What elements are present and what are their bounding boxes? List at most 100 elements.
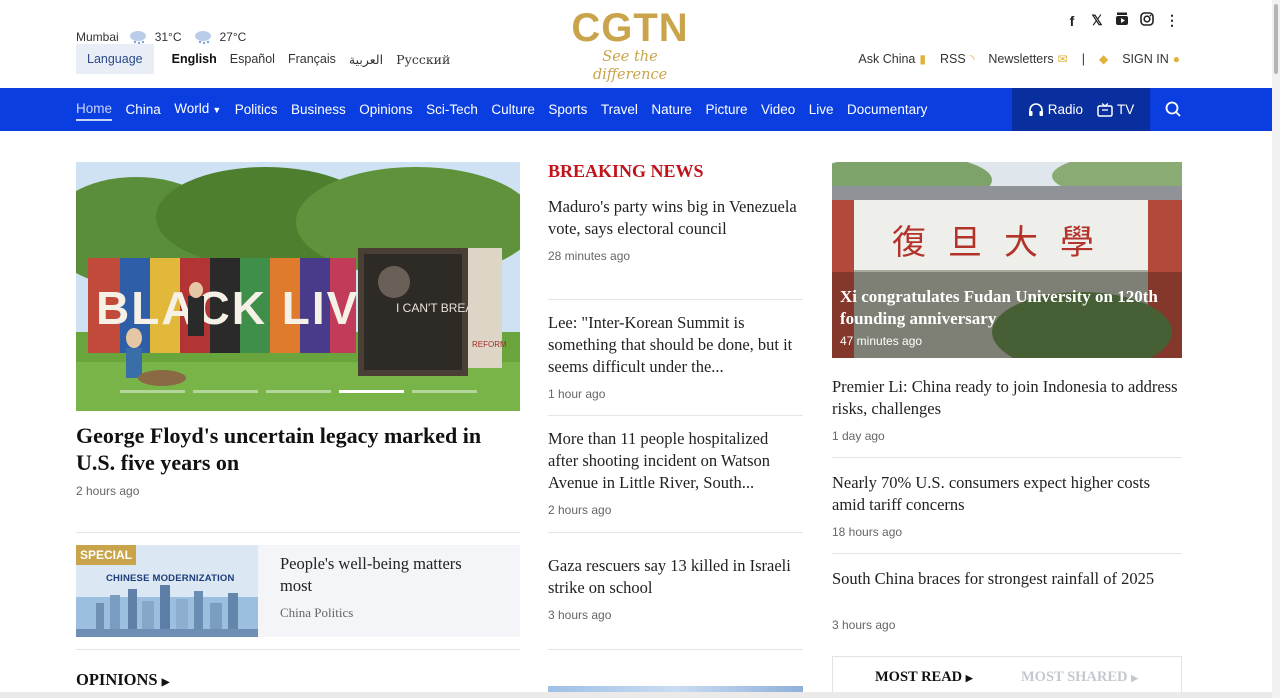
hero-timestamp: 2 hours ago xyxy=(76,484,140,498)
story-timestamp: 28 minutes ago xyxy=(548,249,631,263)
rss-link[interactable]: RSS ◝ xyxy=(940,52,974,66)
story-title[interactable]: Nearly 70% U.S. consumers expect higher … xyxy=(832,472,1182,516)
story-timestamp: 3 hours ago xyxy=(832,618,896,632)
language-french[interactable]: Français xyxy=(288,52,336,66)
language-russian[interactable]: Русский xyxy=(396,52,450,67)
carousel-dot-active[interactable] xyxy=(339,390,404,393)
special-card[interactable]: SPECIAL CHINESE MODERNIZATION People's w… xyxy=(76,545,520,637)
language-arabic[interactable]: العربية xyxy=(349,52,383,67)
feature-story[interactable]: 復旦大學 Xi congratulates Fudan University o… xyxy=(832,162,1182,358)
special-banner-text: CHINESE MODERNIZATION xyxy=(106,573,235,584)
language-switcher: Language English Español Français العربي… xyxy=(76,44,450,74)
more-icon[interactable]: ⋮ xyxy=(1164,12,1180,29)
carousel-dot[interactable] xyxy=(412,390,477,393)
media-links: Radio TV xyxy=(1012,88,1150,131)
envelope-icon: ✉ xyxy=(1057,52,1068,66)
hero-headline[interactable]: George Floyd's uncertain legacy marked i… xyxy=(76,422,520,476)
nav-live[interactable]: Live xyxy=(809,88,834,131)
book-icon: ▮ xyxy=(919,52,926,66)
site-logo[interactable]: CGTN See the difference xyxy=(565,8,695,84)
story-timestamp: 2 hours ago xyxy=(548,503,612,517)
tv-icon xyxy=(1097,102,1113,117)
divider xyxy=(832,553,1182,554)
weather-temp-high: 31°C xyxy=(154,30,182,44)
nav-opinions[interactable]: Opinions xyxy=(359,88,412,131)
special-category[interactable]: China Politics xyxy=(280,605,353,621)
radio-link[interactable]: Radio xyxy=(1028,102,1083,117)
hero-image[interactable]: BLACK LIVES I CAN'T BREATHE REFORM xyxy=(76,162,520,411)
story-timestamp: 18 hours ago xyxy=(832,525,903,539)
carousel-dot[interactable] xyxy=(193,390,258,393)
ask-china-link[interactable]: Ask China ▮ xyxy=(858,52,926,66)
nav-china[interactable]: China xyxy=(126,88,161,131)
header-links: Ask China ▮ RSS ◝ Newsletters ✉ | ◆ SIGN… xyxy=(844,52,1180,66)
divider: | xyxy=(1081,52,1085,66)
divider xyxy=(76,649,520,650)
newsletters-link[interactable]: Newsletters ✉ xyxy=(988,52,1067,66)
story-title[interactable]: Gaza rescuers say 13 killed in Israeli s… xyxy=(548,555,798,599)
story-title[interactable]: Premier Li: China ready to join Indonesi… xyxy=(832,376,1182,420)
side-story[interactable]: Premier Li: China ready to join Indonesi… xyxy=(832,376,1182,443)
scrollbar[interactable] xyxy=(1272,0,1280,698)
divider xyxy=(548,532,803,533)
tv-link[interactable]: TV xyxy=(1097,102,1134,117)
nav-sports[interactable]: Sports xyxy=(548,88,587,131)
rain-cloud-icon xyxy=(127,29,149,45)
tab-most-shared-label: MOST SHARED xyxy=(1021,669,1128,685)
divider xyxy=(76,532,520,533)
logo-text: CGTN xyxy=(571,6,689,50)
youtube-icon[interactable] xyxy=(1114,12,1130,29)
nav-picture[interactable]: Picture xyxy=(705,88,747,131)
nav-world[interactable]: World ▼ xyxy=(174,87,221,132)
x-icon[interactable]: 𝕏 xyxy=(1089,12,1105,29)
special-title[interactable]: People's well-being matters most xyxy=(280,553,480,597)
facebook-icon[interactable]: f xyxy=(1064,13,1080,29)
opinions-label: OPINIONS xyxy=(76,670,158,689)
nav-documentary[interactable]: Documentary xyxy=(847,88,927,131)
nav-culture[interactable]: Culture xyxy=(491,88,535,131)
site-header: Mumbai 31°C 27°C Language English Españo… xyxy=(0,0,1272,88)
search-icon[interactable] xyxy=(1163,99,1183,119)
side-story[interactable]: South China braces for strongest rainfal… xyxy=(832,568,1182,632)
weather-city: Mumbai xyxy=(76,30,119,44)
breaking-story[interactable]: More than 11 people hospitalized after s… xyxy=(548,428,798,517)
instagram-icon[interactable] xyxy=(1139,12,1155,29)
opinions-heading[interactable]: OPINIONS ▶ xyxy=(76,670,169,690)
story-title[interactable]: Maduro's party wins big in Venezuela vot… xyxy=(548,196,798,240)
breaking-story[interactable]: Lee: "Inter-Korean Summit is something t… xyxy=(548,312,798,401)
sign-in-link[interactable]: SIGN IN ● xyxy=(1122,52,1180,66)
language-button[interactable]: Language xyxy=(76,44,154,74)
language-english[interactable]: English xyxy=(172,52,217,66)
carousel-dot[interactable] xyxy=(120,390,185,393)
feature-title[interactable]: Xi congratulates Fudan University on 120… xyxy=(840,286,1170,330)
nav-items: Home China World ▼ Politics Business Opin… xyxy=(76,88,941,131)
story-title[interactable]: South China braces for strongest rainfal… xyxy=(832,568,1182,590)
tab-most-read[interactable]: MOST READ ▶ xyxy=(875,669,973,686)
sign-in-label: SIGN IN xyxy=(1122,52,1169,66)
carousel-indicators xyxy=(120,390,477,393)
nav-video[interactable]: Video xyxy=(761,88,795,131)
breaking-story[interactable]: Maduro's party wins big in Venezuela vot… xyxy=(548,196,798,263)
nav-business[interactable]: Business xyxy=(291,88,346,131)
nav-sci-tech[interactable]: Sci-Tech xyxy=(426,88,478,131)
side-story[interactable]: Nearly 70% U.S. consumers expect higher … xyxy=(832,472,1182,539)
story-title[interactable]: Lee: "Inter-Korean Summit is something t… xyxy=(548,312,798,378)
nav-home[interactable]: Home xyxy=(76,99,113,121)
nav-politics[interactable]: Politics xyxy=(235,88,278,131)
breaking-story[interactable]: Gaza rescuers say 13 killed in Israeli s… xyxy=(548,555,798,622)
page-bottom-edge xyxy=(0,692,1272,698)
tab-most-shared[interactable]: MOST SHARED ▶ xyxy=(1021,669,1138,686)
notification-button[interactable]: ◆ xyxy=(1099,52,1108,66)
logo-tagline: See the difference xyxy=(592,49,668,83)
special-thumbnail: SPECIAL CHINESE MODERNIZATION xyxy=(76,545,258,637)
nav-world-label: World xyxy=(174,101,210,116)
nav-travel[interactable]: Travel xyxy=(601,88,638,131)
carousel-dot[interactable] xyxy=(266,390,331,393)
scrollbar-thumb[interactable] xyxy=(1274,4,1278,74)
story-title[interactable]: More than 11 people hospitalized after s… xyxy=(548,428,798,494)
story-timestamp: 1 hour ago xyxy=(548,387,606,401)
nav-nature[interactable]: Nature xyxy=(651,88,692,131)
user-icon: ● xyxy=(1172,52,1180,66)
chevron-right-icon: ▶ xyxy=(161,677,170,688)
language-spanish[interactable]: Español xyxy=(230,52,275,66)
